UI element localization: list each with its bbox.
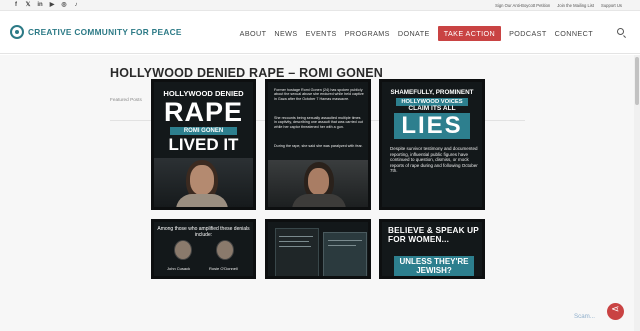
logo-text: CREATIVE COMMUNITY FOR PEACE (28, 27, 182, 37)
nav-about[interactable]: ABOUT (240, 29, 267, 38)
text-line (328, 240, 362, 241)
testimony-paragraph-3: During the rape, she said she was paraly… (274, 144, 363, 148)
post-category-link[interactable]: Featured Posts (110, 97, 142, 102)
gallery-image-testimony[interactable]: Former hostage Romi Gonen (24) has spoke… (265, 79, 371, 210)
nav-podcast[interactable]: PODCAST (509, 29, 547, 38)
scrollbar[interactable] (634, 55, 640, 331)
text-line (279, 236, 313, 237)
portrait-shoulders (176, 194, 228, 207)
text-line (328, 245, 356, 246)
social-links: f 𝕏 in ▶ ◎ ♪ (12, 2, 80, 9)
search-icon[interactable] (617, 28, 624, 35)
tile-heading: SHAMEFULLY, PROMINENT (390, 89, 474, 96)
nav-programs[interactable]: PROGRAMS (345, 29, 390, 38)
person-name: John Cusack (167, 266, 191, 271)
tile-heading: Among those who amplified these denials … (157, 226, 250, 238)
support-link[interactable]: Support Us (601, 2, 622, 9)
nav-news[interactable]: NEWS (274, 29, 297, 38)
portrait-face (308, 168, 329, 195)
tile-subheadline: LIVED IT (168, 135, 239, 154)
nav-events[interactable]: EVENTS (306, 29, 337, 38)
utility-links: Sign Our Anti-Boycott Petition Join the … (495, 2, 622, 9)
take-action-button[interactable]: TAKE ACTION (437, 26, 502, 41)
youtube-icon[interactable]: ▶ (48, 2, 56, 9)
site-header: CREATIVE COMMUNITY FOR PEACE ABOUT NEWS … (0, 11, 640, 54)
watermark: Scam... (574, 313, 595, 320)
scrollbar-thumb[interactable] (635, 57, 639, 105)
tile-name-band: ROMI GONEN (170, 127, 237, 135)
avatar (174, 240, 192, 260)
logo-mark-icon (10, 25, 24, 39)
share-icon[interactable] (607, 303, 624, 320)
tile-headline: LIES (394, 113, 470, 139)
tile-subheading: CLAIM ITS ALL (408, 105, 456, 112)
petition-link[interactable]: Sign Our Anti-Boycott Petition (495, 2, 550, 9)
text-line (279, 246, 311, 247)
main-nav: ABOUT NEWS EVENTS PROGRAMS DONATE TAKE A… (240, 26, 593, 41)
gallery-image-amplifiers[interactable]: Among those who amplified these denials … (151, 219, 256, 279)
gallery-image-believe-women[interactable]: BELIEVE & SPEAK UP FOR WOMEN... UNLESS T… (379, 219, 485, 279)
gallery-image-hollywood-denied-rape[interactable]: HOLLYWOOD DENIED RAPE ROMI GONEN LIVED I… (151, 79, 256, 210)
nav-donate[interactable]: DONATE (398, 29, 430, 38)
x-icon[interactable]: 𝕏 (24, 2, 32, 9)
text-line (279, 241, 309, 242)
social-post-screenshot (323, 232, 367, 276)
facebook-icon[interactable]: f (12, 2, 20, 9)
top-utility-bar: f 𝕏 in ▶ ◎ ♪ Sign Our Anti-Boycott Petit… (0, 0, 640, 11)
tile-headline: RAPE (163, 97, 243, 127)
portrait-face (190, 165, 214, 195)
person-name: Rosie O'Donnell (209, 266, 238, 271)
testimony-paragraph-1: Former hostage Romi Gonen (24) has spoke… (274, 88, 364, 101)
tile-paragraph: Despite survivor testimony and documente… (390, 146, 478, 174)
nav-connect[interactable]: CONNECT (555, 29, 593, 38)
mailing-list-link[interactable]: Join the Mailing List (557, 2, 594, 9)
instagram-icon[interactable]: ◎ (60, 2, 68, 9)
gallery-image-screenshots[interactable] (265, 219, 371, 279)
linkedin-icon[interactable]: in (36, 2, 44, 9)
tile-band: UNLESS THEY'RE JEWISH? (394, 256, 474, 276)
gallery-image-claim-lies[interactable]: SHAMEFULLY, PROMINENT HOLLYWOOD VOICES C… (379, 79, 485, 210)
tile-headline: BELIEVE & SPEAK UP FOR WOMEN... (388, 226, 479, 244)
testimony-paragraph-2: She recounts being sexually assaulted mu… (274, 116, 363, 129)
site-logo[interactable]: CREATIVE COMMUNITY FOR PEACE (10, 25, 182, 39)
avatar (216, 240, 234, 260)
portrait-shoulders (292, 194, 346, 207)
tiktok-icon[interactable]: ♪ (72, 2, 80, 9)
